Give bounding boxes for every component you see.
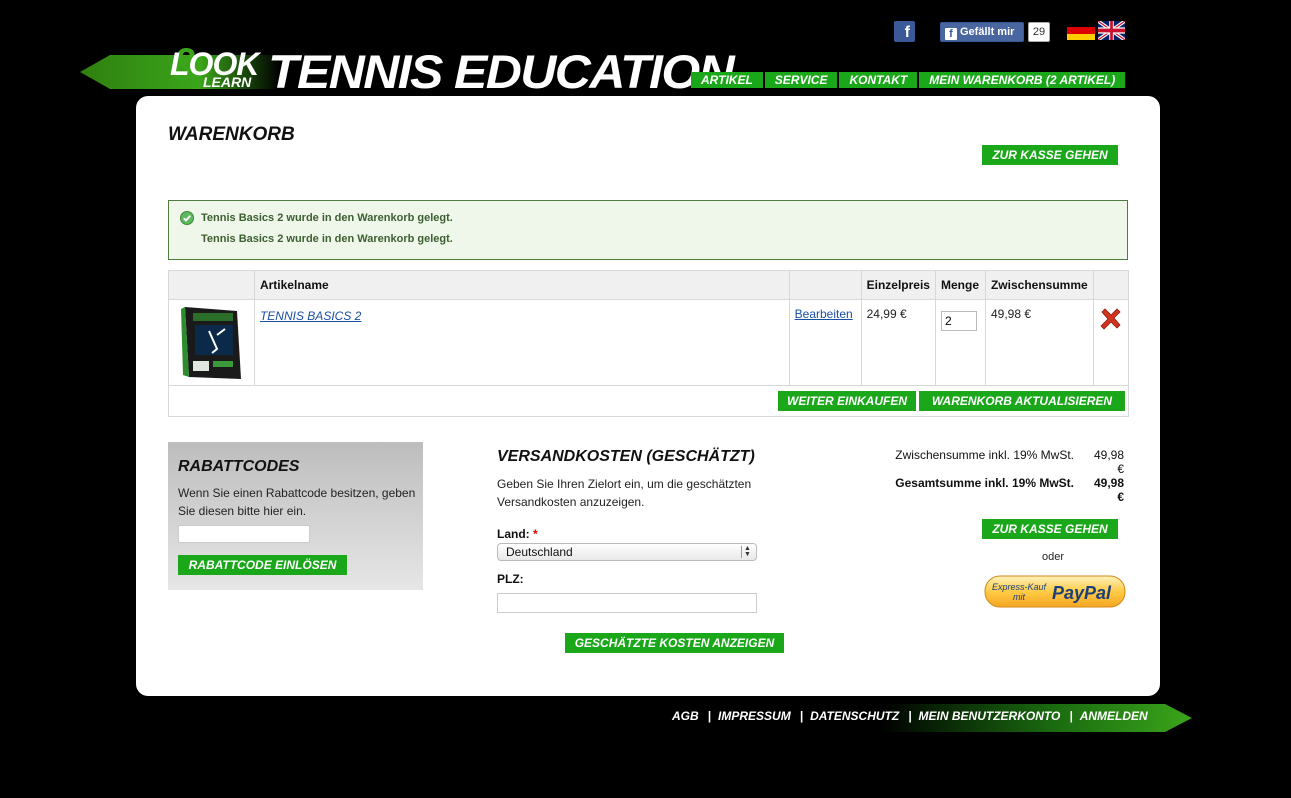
zip-label: PLZ:	[497, 572, 524, 586]
facebook-like-count: 29	[1028, 22, 1050, 42]
quantity-input[interactable]	[940, 311, 977, 331]
coupon-input[interactable]	[178, 525, 310, 543]
shipping-estimate: VERSANDKOSTEN (GESCHÄTZT) Geben Sie Ihre…	[497, 448, 767, 613]
shipping-title: VERSANDKOSTEN (GESCHÄTZT)	[497, 448, 755, 465]
shipping-text: Geben Sie Ihren Zielort ein, um die gesc…	[497, 477, 752, 509]
qty-cell	[934, 299, 986, 386]
grand-total-row: Gesamtsumme inkl. 19% MwSt. 49,98 €	[836, 476, 1124, 504]
paypal-text1: Express-Kauf	[992, 582, 1048, 592]
cart-table: Artikelname Einzelpreis Menge Zwischensu…	[168, 270, 1129, 417]
required-mark: *	[533, 527, 538, 541]
column-header-name: Artikelname	[253, 270, 790, 300]
coupon-box: RABATTCODES Wenn Sie einen Rabattcode be…	[168, 442, 423, 590]
price-cell: 24,99 €	[860, 299, 936, 386]
uk-flag-icon[interactable]	[1098, 21, 1125, 40]
select-arrows-icon: ▲ ▼	[741, 545, 753, 558]
footer-link-benutzerkonto[interactable]: MEIN BENUTZERKONTO	[919, 709, 1061, 723]
footer-separator: |	[707, 709, 712, 723]
country-select[interactable]: Deutschland ▲ ▼	[497, 543, 757, 561]
subtotal-cell: 49,98 €	[984, 299, 1095, 386]
totals-box: Zwischensumme inkl. 19% MwSt. 49,98 € Ge…	[836, 448, 1124, 504]
facebook-like-button[interactable]: f Gefällt mir	[940, 22, 1024, 42]
success-message-box: Tennis Basics 2 wurde in den Warenkorb g…	[168, 200, 1128, 260]
subtotal-label: Zwischensumme inkl. 19% MwSt.	[895, 448, 1074, 462]
zip-input[interactable]	[497, 593, 757, 613]
page-title: WARENKORB	[168, 124, 295, 145]
paypal-brand: PayPal	[1052, 583, 1112, 603]
update-cart-button[interactable]: WARENKORB AKTUALISIEREN	[919, 391, 1125, 411]
nav-item-artikel[interactable]: ARTIKEL	[691, 72, 763, 88]
checkout-button-bottom[interactable]: ZUR KASSE GEHEN	[982, 519, 1118, 539]
success-check-icon	[180, 211, 194, 225]
top-nav: ARTIKEL SERVICE KONTAKT MEIN WARENKORB (…	[691, 72, 1126, 88]
checkout-button-top[interactable]: ZUR KASSE GEHEN	[982, 145, 1118, 165]
footer-link-datenschutz[interactable]: DATENSCHUTZ	[810, 709, 899, 723]
success-message: Tennis Basics 2 wurde in den Warenkorb g…	[201, 233, 453, 245]
success-message: Tennis Basics 2 wurde in den Warenkorb g…	[201, 212, 453, 224]
continue-shopping-button[interactable]: WEITER EINKAUFEN	[778, 391, 916, 411]
main-panel: WARENKORB ZUR KASSE GEHEN Tennis Basics …	[136, 96, 1160, 696]
column-header-edit	[788, 270, 862, 300]
product-name-cell: TENNIS BASICS 2	[253, 299, 790, 386]
product-image-cell	[168, 299, 255, 386]
coupon-text: Wenn Sie einen Rabattcode besitzen, gebe…	[178, 486, 416, 518]
column-header-qty: Menge	[934, 270, 986, 300]
cart-actions: WEITER EINKAUFEN WARENKORB AKTUALISIEREN	[168, 385, 1129, 417]
table-row: TENNIS BASICS 2 Bearbeiten 24,99 € 49,98…	[168, 299, 1129, 386]
column-header-delete	[1093, 270, 1129, 300]
product-link[interactable]: TENNIS BASICS 2	[260, 309, 361, 323]
german-flag-icon[interactable]	[1067, 21, 1095, 40]
table-actions-row: WEITER EINKAUFEN WARENKORB AKTUALISIEREN	[168, 385, 1129, 417]
product-dvd-image[interactable]	[179, 305, 245, 381]
facebook-icon[interactable]: f	[894, 21, 915, 42]
edit-link[interactable]: Bearbeiten	[795, 307, 853, 321]
column-header-subtotal: Zwischensumme	[984, 270, 1095, 300]
footer-separator: |	[799, 709, 804, 723]
country-label: Land: *	[497, 527, 538, 541]
or-label: oder	[1042, 551, 1065, 563]
column-header-image	[168, 270, 255, 300]
subtotal-row: Zwischensumme inkl. 19% MwSt. 49,98 €	[836, 448, 1124, 476]
delete-icon[interactable]	[1099, 307, 1123, 331]
facebook-small-icon: f	[945, 28, 957, 40]
footer-separator: |	[908, 709, 912, 723]
footer-nav: AGB | IMPRESSUM | DATENSCHUTZ | MEIN BEN…	[672, 709, 1148, 723]
country-select-value: Deutschland	[506, 545, 573, 559]
edit-cell: Bearbeiten	[788, 299, 862, 386]
footer-separator: |	[1069, 709, 1073, 723]
grand-total-label: Gesamtsumme inkl. 19% MwSt.	[895, 476, 1074, 490]
coupon-title: RABATTCODES	[178, 458, 300, 475]
facebook-like-label: Gefällt mir	[960, 26, 1015, 38]
logo-word-learn: LEARN	[203, 74, 252, 90]
column-header-price: Einzelpreis	[860, 270, 936, 300]
paypal-express-button[interactable]: Express-Kauf mit PayPal	[984, 575, 1126, 608]
apply-coupon-button[interactable]: RABATTCODE EINLÖSEN	[178, 555, 347, 575]
site-title: TENNIS EDUCATION	[268, 45, 735, 99]
delete-cell	[1093, 299, 1129, 386]
grand-total-value: 49,98 €	[1093, 476, 1124, 504]
footer-link-agb[interactable]: AGB	[672, 709, 699, 723]
nav-item-service[interactable]: SERVICE	[762, 72, 838, 88]
nav-item-warenkorb[interactable]: MEIN WARENKORB (2 ARTIKEL)	[917, 72, 1126, 88]
footer-link-anmelden[interactable]: ANMELDEN	[1080, 709, 1148, 723]
footer-link-impressum[interactable]: IMPRESSUM	[718, 709, 791, 723]
nav-item-kontakt[interactable]: KONTAKT	[837, 72, 918, 88]
estimate-shipping-button[interactable]: GESCHÄTZTE KOSTEN ANZEIGEN	[565, 633, 784, 653]
table-header-row: Artikelname Einzelpreis Menge Zwischensu…	[168, 270, 1129, 300]
paypal-text2: mit	[1013, 592, 1025, 602]
subtotal-value: 49,98 €	[1093, 448, 1124, 476]
